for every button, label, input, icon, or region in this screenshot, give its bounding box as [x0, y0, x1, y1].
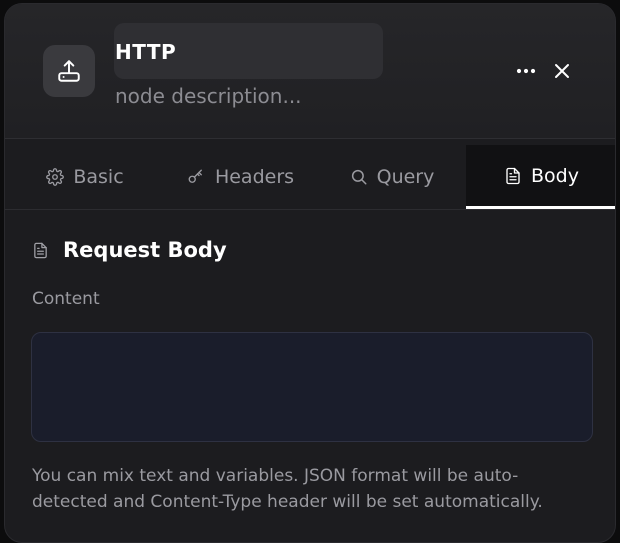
tab-query[interactable]: Query: [327, 145, 457, 209]
tab-query-label: Query: [376, 166, 435, 188]
document-icon: [34, 242, 47, 258]
close-icon[interactable]: [550, 59, 574, 83]
tab-headers-label: Headers: [214, 166, 295, 188]
key-icon: [188, 169, 202, 183]
request-body-heading: Request Body: [32, 238, 227, 262]
node-description-field[interactable]: node description...: [115, 84, 302, 108]
node-title[interactable]: HTTP: [115, 40, 176, 64]
tab-body-label: Body: [531, 164, 579, 187]
section-title: Request Body: [63, 238, 227, 262]
tab-body[interactable]: Body: [466, 145, 615, 209]
search-icon: [351, 169, 367, 185]
document-icon: [506, 167, 520, 184]
tab-basic[interactable]: Basic: [25, 145, 145, 209]
tab-bar: Basic Headers Query Body: [5, 145, 615, 210]
gear-icon: [46, 168, 65, 186]
content-label: Content: [32, 289, 100, 309]
more-icon[interactable]: [514, 59, 538, 83]
node-settings-panel: HTTP node description... Basic Headers Q…: [4, 3, 616, 543]
content-textarea[interactable]: [31, 332, 593, 442]
tab-basic-label: Basic: [73, 166, 124, 188]
help-text: You can mix text and variables. JSON for…: [32, 466, 543, 512]
panel-header: HTTP node description...: [5, 4, 615, 139]
tab-headers[interactable]: Headers: [165, 145, 315, 209]
upload-icon: [43, 45, 95, 97]
